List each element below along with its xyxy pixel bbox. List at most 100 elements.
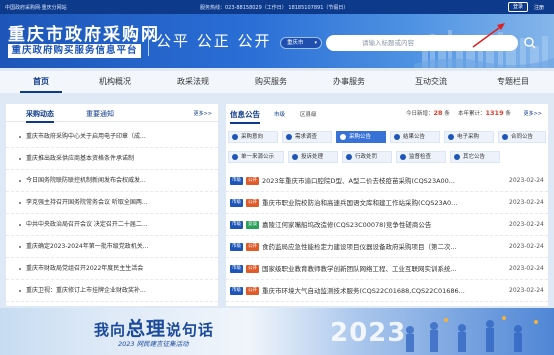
announcement-title[interactable]: 信息公告 <box>230 109 260 124</box>
tab-notices[interactable]: 重要通知 <box>86 109 114 119</box>
notice-date: 2023-02-24 <box>509 177 544 184</box>
category-button[interactable]: 监督检查 <box>396 151 446 163</box>
list-item[interactable]: 重庆推出政采供应商基本资格条件承诺制 <box>6 148 218 170</box>
category-button[interactable]: 结果公告 <box>390 131 440 143</box>
nav-home[interactable]: 首页 <box>20 71 62 93</box>
today-count: 今日新增：28 条 <box>406 109 450 117</box>
year-count: 本年累计：1319 条 <box>458 109 511 117</box>
year-unit: 条 <box>505 111 511 117</box>
bullet-icon <box>19 136 21 138</box>
list-item[interactable]: 中共中央政治局召开会议 决定召开二十届二... <box>6 214 218 236</box>
site-slogan: 公平 公正 公开 <box>156 32 272 50</box>
banner-title: 我向总理说句话 <box>94 314 214 341</box>
header-divider <box>148 26 149 56</box>
category-button[interactable]: 单一来源公示 <box>228 151 284 163</box>
type-badge: 公开 <box>246 287 259 295</box>
notice-title: 重庆市环境大气自动监测技术服务(CQS22C01688,CQS22C01686.… <box>262 287 465 295</box>
news-title: 重庆市财政局党组召开2022年度民主生活会 <box>26 265 144 272</box>
top-bar: 中国政府采购网·重庆分网站 服务热线：023-88158029（工作日） 181… <box>0 0 554 14</box>
level-badge: 市级 <box>230 199 243 207</box>
news-tabs: 采购动态 重要通知 更多>> <box>6 104 218 123</box>
list-item[interactable]: 重庆卫视：重庆修订上市挂牌企业财政奖补... <box>6 280 218 302</box>
news-more-link[interactable]: 更多>> <box>194 110 212 117</box>
type-badge: 公开 <box>246 199 259 207</box>
nav-interaction[interactable]: 互动交流 <box>406 71 456 93</box>
tab-city-level[interactable]: 市级 <box>274 110 285 118</box>
category-label: 结果公告 <box>403 134 426 140</box>
list-item[interactable]: 李克强主持召开国务院常务会议 听取全国两... <box>6 192 218 214</box>
chevron-down-icon: ▾ <box>314 40 317 46</box>
nav-services[interactable]: 办事服务 <box>324 71 374 93</box>
notice-date: 2023-02-24 <box>509 199 544 206</box>
nav-about[interactable]: 机构概况 <box>90 71 140 93</box>
tab-procurement-news[interactable]: 采购动态 <box>26 109 54 123</box>
bullet-icon <box>19 158 21 160</box>
category-label: 其它公告 <box>463 154 486 160</box>
category-label: 单一来源公示 <box>241 154 275 160</box>
news-title: 重庆卫视：重庆修订上市挂牌企业财政奖补... <box>26 287 146 294</box>
announcement-more-link[interactable]: 更多>> <box>524 110 542 117</box>
category-label: 行政处罚 <box>355 154 378 160</box>
region-select[interactable]: 重庆市 ▾ <box>280 37 322 49</box>
notice-row[interactable]: 市级 公开 国家级职业教育教师教学创新团队网络工程、工业互联网实训系统... 2023… <box>226 258 548 280</box>
site-subtitle: 重庆政府购买服务信息平台 <box>8 44 141 58</box>
nav-regulations[interactable]: 政采法规 <box>168 71 218 93</box>
search-icon[interactable] <box>521 35 539 51</box>
notice-title: 重庆市职业院校防治和高速兵国语文库和建工作站采购(CQS23A0... <box>262 199 458 207</box>
today-value: 28 <box>433 109 443 117</box>
campaign-banner[interactable]: 我向总理说句话 2023 网民建言征集活动 2023 <box>0 308 554 355</box>
category-button-active[interactable]: 采购公告 <box>336 131 386 143</box>
nav-purchase-service[interactable]: 购买服务 <box>246 71 296 93</box>
bullet-icon <box>19 224 21 226</box>
bullet-icon <box>19 290 21 292</box>
notice-row[interactable]: 市级 公开 重庆市环境大气自动监测技术服务(CQS22C01688,CQS22C01… <box>226 280 548 302</box>
type-badge: 公开 <box>246 243 259 251</box>
notice-title: 食药监局应急性能检定力建设项目仪器设备政府采购项目（第二次... <box>262 243 457 251</box>
category-label: 采购意向 <box>241 134 264 140</box>
category-icon <box>454 154 460 160</box>
notice-row[interactable]: 市级 公开 重庆市职业院校防治和高速兵国语文库和建工作站采购(CQS23A0... 2… <box>226 192 548 214</box>
category-icon <box>292 154 298 160</box>
category-label: 合同公告 <box>511 134 534 140</box>
list-item[interactable]: 重庆确定2023-2024年第一批市级党政机关... <box>6 236 218 258</box>
category-button[interactable]: 行政处罚 <box>342 151 392 163</box>
tab-district-level[interactable]: 区县级 <box>300 110 317 118</box>
nav-topics[interactable]: 专题栏目 <box>488 71 538 93</box>
category-button[interactable]: 电子采购 <box>444 131 494 143</box>
type-badge: 竞谈 <box>246 221 259 229</box>
news-title: 重庆市政府采购中心关于启用电子印章（成... <box>26 133 146 140</box>
category-label: 投诉处理 <box>301 154 324 160</box>
category-icon <box>346 154 352 160</box>
login-button[interactable]: 登录 <box>508 2 528 12</box>
category-icon <box>394 134 400 140</box>
banner-figures-image <box>406 316 538 352</box>
list-item[interactable]: 今日国务院联防联控机制新闻发布会权威发... <box>6 170 218 192</box>
today-label: 今日新增： <box>406 111 434 117</box>
category-button[interactable]: 其它公告 <box>450 151 500 163</box>
category-icon <box>502 134 508 140</box>
category-button[interactable]: 需求调查 <box>282 131 332 143</box>
banner-title-big: 总理 <box>126 318 167 340</box>
news-title: 今日国务院联防联控机制新闻发布会权威发... <box>26 177 146 184</box>
category-button[interactable]: 采购意向 <box>228 131 278 143</box>
notice-row[interactable]: 市级 公开 食药监局应急性能检定力建设项目仪器设备政府采购项目（第二次... 2023… <box>226 236 548 258</box>
list-item[interactable]: 重庆市财政局党组召开2022年度民主生活会 <box>6 258 218 280</box>
type-badge: 公开 <box>246 265 259 273</box>
news-title: 重庆推出政采供应商基本资格条件承诺制 <box>26 155 135 162</box>
today-unit: 条 <box>444 111 450 117</box>
main-nav: 首页 机构概况 政采法规 购买服务 办事服务 互动交流 专题栏目 <box>0 71 554 93</box>
register-link[interactable]: 注册 <box>534 4 544 11</box>
list-item[interactable]: 重庆市政府采购中心关于启用电子印章（成... <box>6 126 218 148</box>
category-icon <box>286 134 292 140</box>
category-button[interactable]: 合同公告 <box>498 131 546 143</box>
bullet-icon <box>19 202 21 204</box>
notice-date: 2023-02-24 <box>509 243 544 250</box>
announcement-panel: 信息公告 市级 区县级 今日新增：28 条 本年累计：1319 条 更多>> 采… <box>226 104 548 306</box>
notice-row[interactable]: 市级 竞谈 嘉陵江何家嘴船坞改造修(CQS23C00078)竞争性磋商公告 2023-… <box>226 214 548 236</box>
announcement-header: 信息公告 市级 区县级 今日新增：28 条 本年累计：1319 条 更多>> <box>226 104 548 124</box>
banner-title-post: 说句话 <box>166 321 215 339</box>
category-icon <box>448 134 454 140</box>
notice-list: 市级 公开 2023年重庆市渝口腔院D型、A型二价去枝疫苗采购(CQS23A00..… <box>226 170 548 302</box>
category-button[interactable]: 投诉处理 <box>288 151 338 163</box>
notice-row[interactable]: 市级 公开 2023年重庆市渝口腔院D型、A型二价去枝疫苗采购(CQS23A00..… <box>226 170 548 192</box>
